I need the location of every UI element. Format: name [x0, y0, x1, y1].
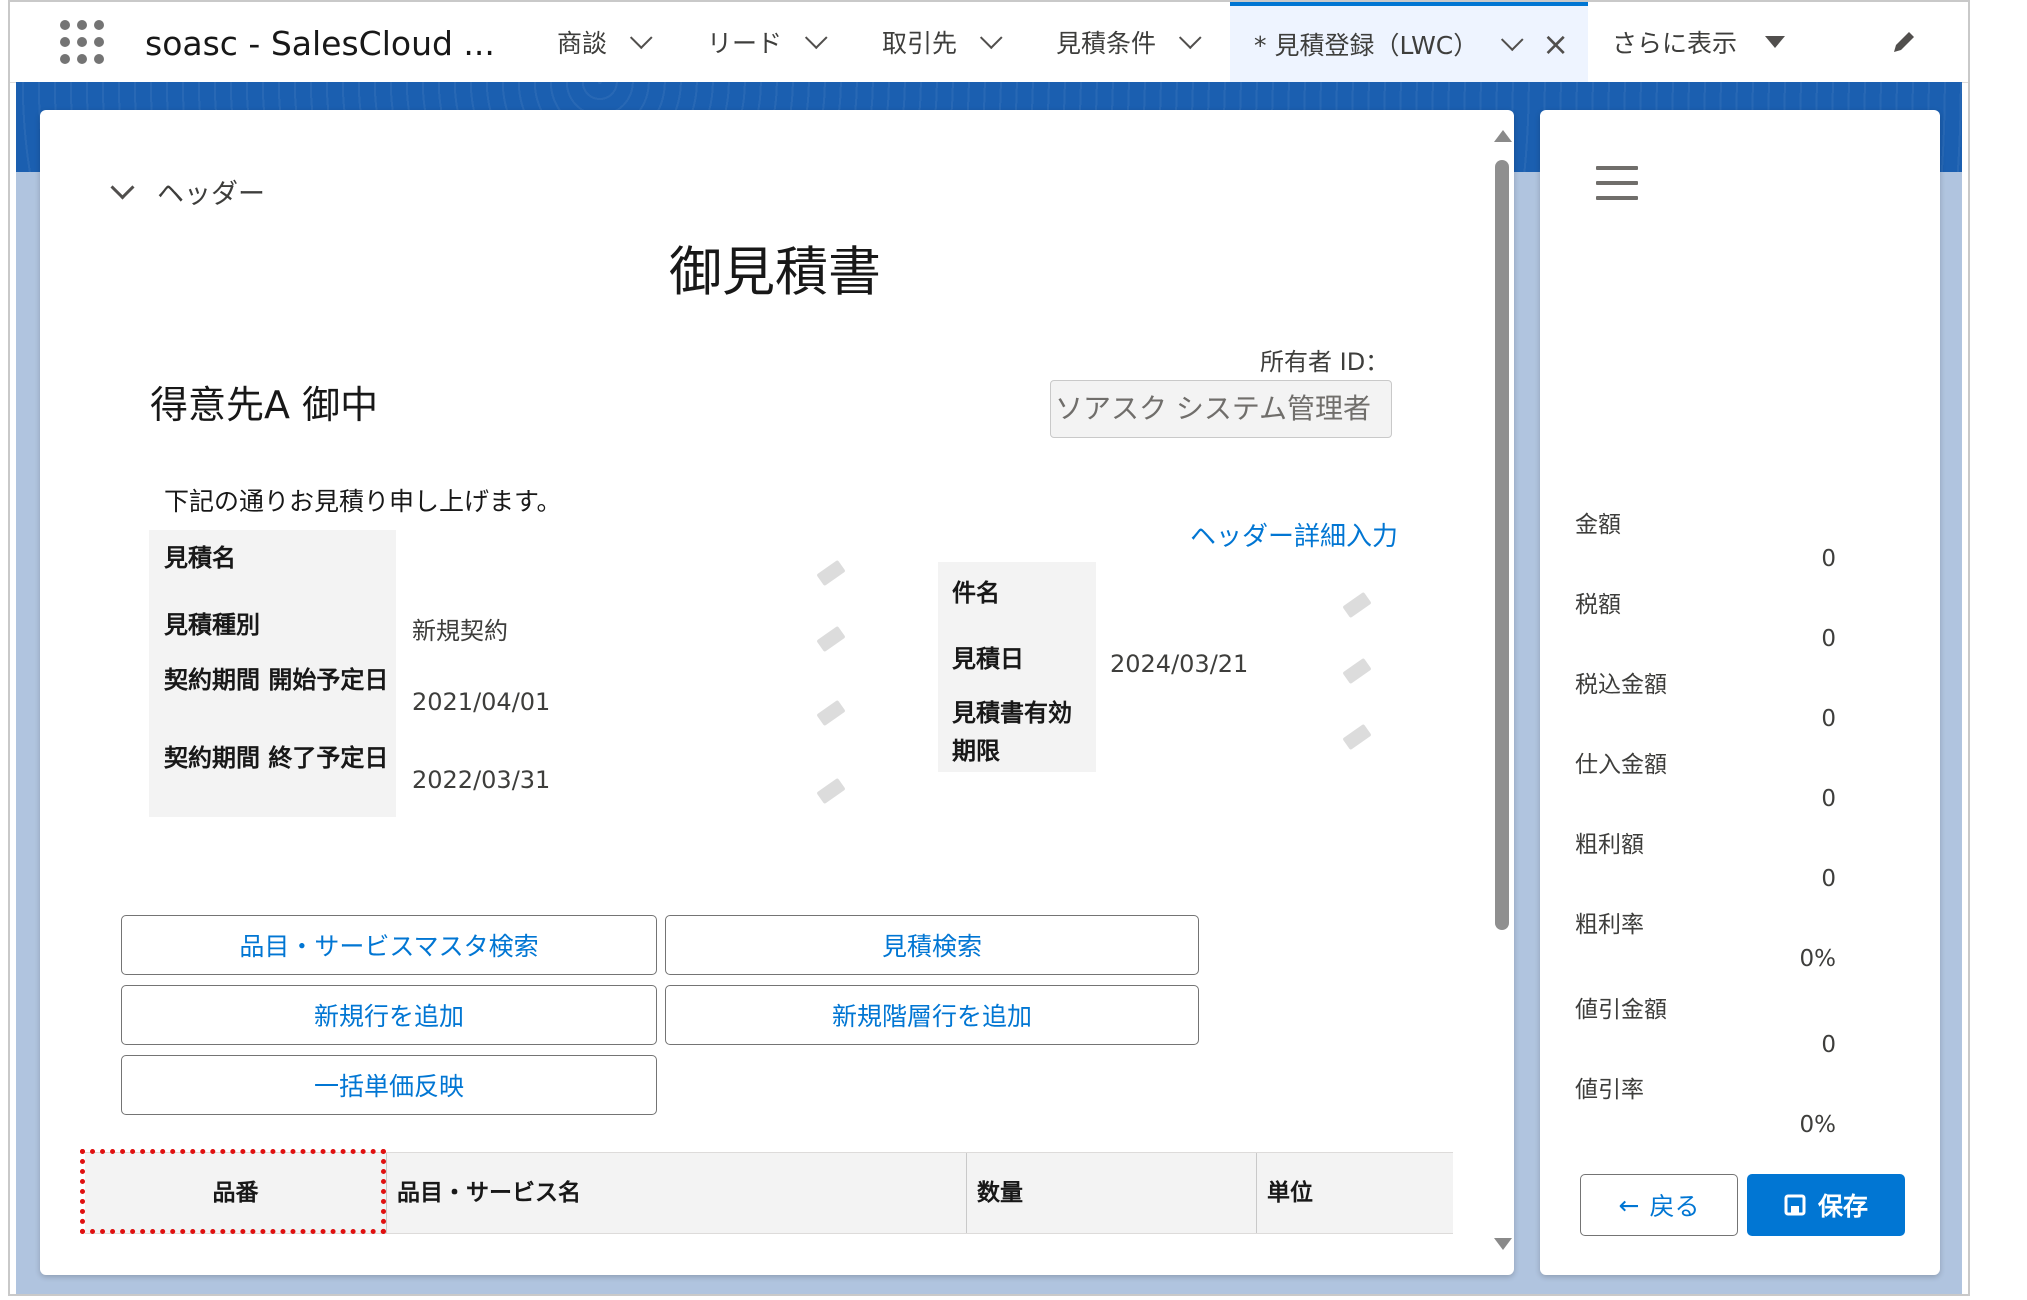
tab-label: 見積条件 — [1056, 29, 1157, 58]
global-nav: soasc - SalesCloud ... 商談 リード 取引先 見積条件 *… — [10, 2, 1968, 83]
summary-label-tax: 税額 — [1575, 592, 1621, 618]
chevron-down-icon[interactable] — [1178, 26, 1202, 50]
scroll-up-icon[interactable] — [1494, 130, 1512, 142]
page-title: 御見積書 — [669, 242, 881, 303]
arrow-left-icon: ← — [1618, 1190, 1640, 1220]
summary-value-gross-profit: 0 — [1821, 866, 1836, 892]
back-button-label: 戻る — [1649, 1192, 1700, 1221]
owner-id-field[interactable]: ソアスク システム管理者 — [1050, 380, 1392, 438]
tab-label: * 見積登録（LWC） — [1254, 31, 1479, 60]
browser-frame: soasc - SalesCloud ... 商談 リード 取引先 見積条件 *… — [8, 0, 1970, 1296]
field-value-quote-date: 2024/03/21 — [1110, 650, 1249, 678]
column-header-quantity[interactable]: 数量 — [967, 1153, 1257, 1233]
customer-name: 得意先A 御中 — [150, 383, 379, 427]
summary-value-gross-margin: 0% — [1799, 946, 1837, 972]
tab-quote-conditions[interactable]: 見積条件 — [1056, 2, 1202, 82]
chevron-down-icon[interactable] — [629, 26, 653, 50]
tab-label: 商談 — [557, 29, 608, 58]
field-label-contract-start: 契約期間 開始予定日 — [164, 666, 389, 694]
field-value-contract-start: 2021/04/01 — [412, 688, 551, 716]
app-launcher-icon[interactable] — [60, 20, 104, 64]
caret-down-icon — [1765, 36, 1786, 48]
summary-label-gross-profit: 粗利額 — [1575, 832, 1644, 858]
header-detail-link[interactable]: ヘッダー詳細入力 — [1190, 516, 1398, 553]
chevron-down-icon[interactable] — [1501, 28, 1524, 52]
tab-label: リード — [707, 29, 783, 58]
field-value-quote-type: 新規契約 — [412, 617, 508, 645]
summary-label-gross-margin: 粗利率 — [1575, 912, 1644, 938]
field-label-subject: 件名 — [952, 579, 1000, 607]
app-name: soasc - SalesCloud ... — [145, 24, 495, 63]
summary-value-discount-amount: 0 — [1821, 1032, 1836, 1058]
chevron-down-icon[interactable] — [804, 26, 828, 50]
tab-accounts[interactable]: 取引先 — [882, 2, 1003, 82]
summary-label-purchase-amount: 仕入金額 — [1575, 752, 1667, 778]
item-master-search-button[interactable]: 品目・サービスマスタ検索 — [121, 915, 657, 975]
tab-quote-registration[interactable]: * 見積登録（LWC） × — [1230, 2, 1588, 82]
add-row-button[interactable]: 新規行を追加 — [121, 985, 657, 1045]
tab-label: 取引先 — [882, 29, 958, 58]
summary-value-amount: 0 — [1821, 546, 1836, 572]
summary-label-total-with-tax: 税込金額 — [1575, 672, 1667, 698]
field-label-quote-name: 見積名 — [164, 544, 236, 572]
quote-search-button[interactable]: 見積検索 — [665, 915, 1199, 975]
owner-id-label: 所有者 ID： — [1260, 348, 1390, 376]
highlight-annotation — [80, 1149, 386, 1234]
tab-label: さらに表示 — [1612, 29, 1738, 58]
bulk-price-apply-button[interactable]: 一括単価反映 — [121, 1055, 657, 1115]
save-button-label: 保存 — [1817, 1192, 1868, 1221]
summary-value-purchase-amount: 0 — [1821, 786, 1836, 812]
header-section-toggle[interactable]: ヘッダー — [110, 172, 265, 211]
menu-icon[interactable] — [1596, 166, 1638, 200]
intro-text: 下記の通りお見積り申し上げます。 — [164, 487, 562, 516]
column-header-unit[interactable]: 単位 — [1257, 1153, 1453, 1233]
close-icon[interactable]: × — [1542, 25, 1569, 63]
tab-leads[interactable]: リード — [707, 2, 828, 82]
summary-value-tax: 0 — [1821, 626, 1836, 652]
add-level-row-button[interactable]: 新規階層行を追加 — [665, 985, 1199, 1045]
back-button[interactable]: ← 戻る — [1580, 1174, 1738, 1236]
summary-label-discount-amount: 値引金額 — [1575, 997, 1667, 1023]
summary-label-discount-rate: 値引率 — [1575, 1077, 1644, 1103]
tab-more[interactable]: さらに表示 — [1612, 2, 1786, 82]
field-label-quote-type: 見積種別 — [164, 611, 260, 639]
summary-label-amount: 金額 — [1575, 512, 1621, 538]
field-label-quote-date: 見積日 — [952, 645, 1024, 673]
column-header-item-name[interactable]: 品目・サービス名 — [387, 1153, 967, 1233]
scrollbar-thumb[interactable] — [1495, 160, 1509, 930]
field-value-contract-end: 2022/03/31 — [412, 766, 551, 794]
scroll-down-icon[interactable] — [1494, 1238, 1512, 1250]
save-icon — [1784, 1194, 1806, 1216]
edit-nav-icon[interactable] — [1890, 28, 1918, 56]
summary-value-discount-rate: 0% — [1799, 1112, 1837, 1138]
chevron-down-icon[interactable] — [979, 26, 1003, 50]
summary-value-total-with-tax: 0 — [1821, 706, 1836, 732]
save-button[interactable]: 保存 — [1747, 1174, 1905, 1236]
chevron-down-icon — [110, 175, 135, 200]
header-section-label: ヘッダー — [157, 179, 265, 210]
tab-opportunities[interactable]: 商談 — [557, 2, 653, 82]
field-label-quote-expiry: 見積書有効期限 — [952, 699, 1072, 765]
field-label-contract-end: 契約期間 終了予定日 — [164, 744, 389, 772]
